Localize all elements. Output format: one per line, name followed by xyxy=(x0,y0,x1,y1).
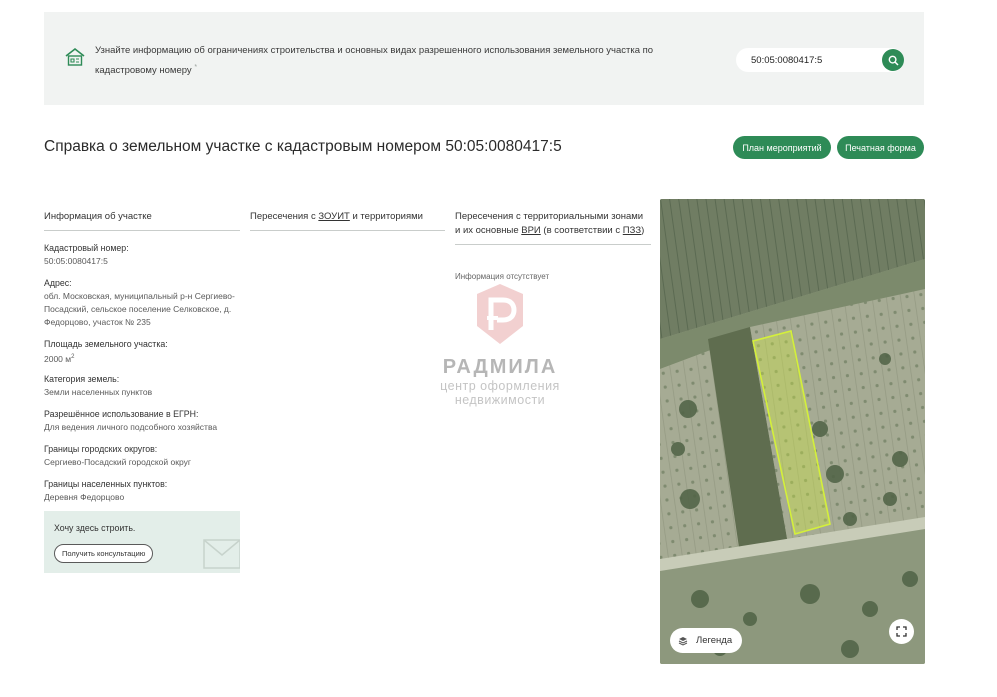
info-banner: Узнайте информацию об ограничениях строи… xyxy=(44,12,924,105)
banner-text-content: Узнайте информацию об ограничениях строи… xyxy=(95,45,654,77)
radmila-watermark: РАДМИЛА центр оформления недвижимости xyxy=(425,282,575,407)
info-heading: Информация об участке xyxy=(44,210,240,231)
info-value: 2000 м2 xyxy=(44,351,240,366)
satellite-terrain xyxy=(660,199,925,664)
info-label: Границы населенных пунктов: xyxy=(44,479,168,489)
pzz-link[interactable]: ПЗЗ xyxy=(623,225,641,236)
area-unit-sup: 2 xyxy=(71,354,75,360)
zones-heading: Пересечения с территориальными зонами и … xyxy=(455,210,651,245)
intersections-suffix: и территориями xyxy=(349,211,423,222)
search-icon xyxy=(888,55,899,66)
layers-icon xyxy=(678,636,688,646)
zones-absent-text: Информация отсутствует xyxy=(455,272,550,281)
info-permitted-use: Разрешённое использование в ЕГРН: Для ве… xyxy=(44,408,240,434)
cadastral-search-input[interactable] xyxy=(736,48,876,72)
plan-button[interactable]: План мероприятий xyxy=(733,136,831,159)
legend-label: Легенда xyxy=(696,635,733,646)
banner-asterisk: * xyxy=(194,64,198,71)
page-title: Справка о земельном участке с кадастровы… xyxy=(44,138,562,155)
get-consultation-button[interactable]: Получить консультацию xyxy=(54,544,154,563)
satellite-map[interactable]: Легенда xyxy=(660,199,925,664)
consult-title: Хочу здесь строить. xyxy=(54,523,136,533)
zouit-link[interactable]: ЗОУИТ xyxy=(318,211,349,222)
zones-suffix: ) xyxy=(641,225,645,236)
info-value: 50:05:0080417:5 xyxy=(44,256,108,266)
info-label: Категория земель: xyxy=(44,374,120,384)
info-value: обл. Московская, муниципальный р-н Серги… xyxy=(44,291,235,327)
info-city-district: Границы городских округов: Сергиево-Поса… xyxy=(44,443,240,469)
print-form-button[interactable]: Печатная форма xyxy=(837,136,924,159)
info-address: Адрес: обл. Московская, муниципальный р-… xyxy=(44,277,240,329)
info-value: Деревня Федорцово xyxy=(44,492,125,502)
intersections-prefix: Пересечения с xyxy=(250,211,319,222)
zones-mid: (в соответствии с xyxy=(540,225,623,236)
info-value: Сергиево-Посадский городской округ xyxy=(44,457,191,467)
banner-text: Узнайте информацию об ограничениях строи… xyxy=(95,42,715,79)
search-button[interactable] xyxy=(882,49,904,71)
fullscreen-icon xyxy=(896,626,907,637)
info-area: Площадь земельного участка: 2000 м2 xyxy=(44,338,240,366)
info-land-category: Категория земель: Земли населенных пункт… xyxy=(44,373,240,399)
legend-button[interactable]: Легенда xyxy=(670,628,743,653)
info-value: Земли населенных пунктов xyxy=(44,387,153,397)
info-label: Границы городских округов: xyxy=(44,444,158,454)
cadastral-search xyxy=(736,48,904,72)
area-value: 2000 м xyxy=(44,353,72,364)
intersections-heading: Пересечения с ЗОУИТ и территориями xyxy=(250,210,445,231)
info-settlement: Границы населенных пунктов: Деревня Федо… xyxy=(44,478,240,504)
fullscreen-button[interactable] xyxy=(889,619,914,644)
watermark-line1: центр оформления xyxy=(440,379,560,393)
info-cadastral-number: Кадастровый номер: 50:05:0080417:5 xyxy=(44,242,240,268)
house-plan-icon xyxy=(65,47,85,66)
info-label: Кадастровый номер: xyxy=(44,243,129,253)
consult-card: Хочу здесь строить. Получить консультаци… xyxy=(44,511,240,573)
envelope-icon xyxy=(203,539,240,569)
radmila-logo-icon xyxy=(477,284,523,344)
info-label: Адрес: xyxy=(44,278,72,288)
info-value: Для ведения личного подсобного хозяйства xyxy=(44,422,218,432)
watermark-name: РАДМИЛА xyxy=(442,356,558,378)
watermark-line2: недвижимости xyxy=(454,393,546,407)
vri-link[interactable]: ВРИ xyxy=(521,225,541,236)
info-label: Площадь земельного участка: xyxy=(44,339,168,349)
info-label: Разрешённое использование в ЕГРН: xyxy=(44,409,199,419)
